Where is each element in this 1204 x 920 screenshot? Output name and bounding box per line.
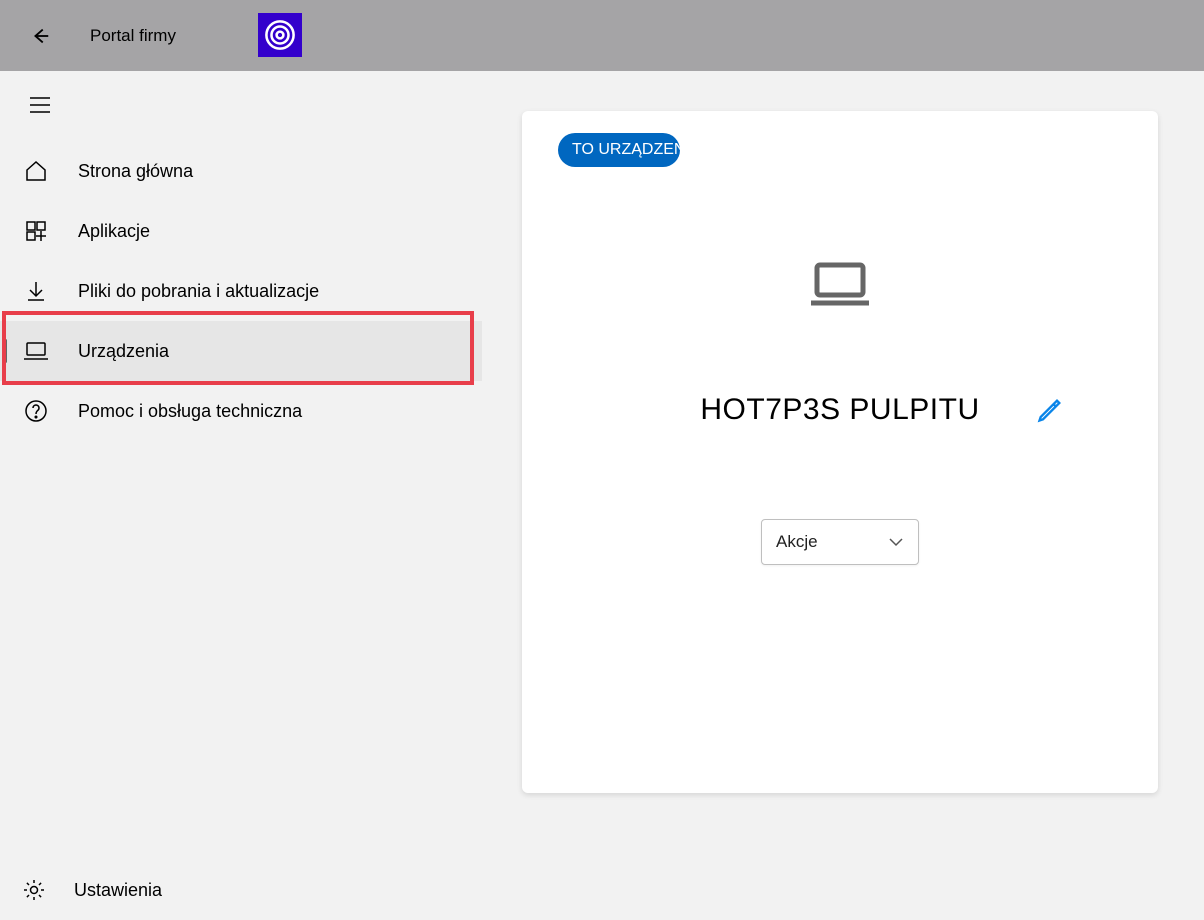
app-logo: [258, 13, 302, 57]
home-icon: [22, 157, 50, 185]
device-name-row: HOT7P3S PULPITU: [522, 393, 1158, 427]
sidebar-item-settings[interactable]: Ustawienia: [0, 860, 482, 920]
back-button[interactable]: [20, 16, 60, 56]
sidebar-item-label: Pomoc i obsługa techniczna: [78, 401, 302, 422]
chevron-down-icon: [888, 537, 904, 547]
help-icon: [22, 397, 50, 425]
gear-icon: [22, 878, 46, 902]
sidebar-item-help[interactable]: Pomoc i obsługa techniczna: [0, 381, 482, 441]
edit-name-button[interactable]: [1036, 396, 1064, 424]
this-device-badge: TO URZĄDZENI: [558, 133, 680, 167]
title-bar: Portal firmy: [0, 0, 1204, 71]
hamburger-icon: [30, 97, 50, 113]
laptop-icon: [22, 337, 50, 365]
actions-label: Akcje: [776, 532, 818, 552]
sidebar-item-label: Aplikacje: [78, 221, 150, 242]
sidebar-item-apps[interactable]: Aplikacje: [0, 201, 482, 261]
laptop-icon: [809, 261, 871, 307]
device-card: TO URZĄDZENI HOT7P3S PULPITU Akcje: [522, 111, 1158, 793]
arrow-left-icon: [29, 25, 51, 47]
actions-dropdown[interactable]: Akcje: [761, 519, 919, 565]
main-content: TO URZĄDZENI HOT7P3S PULPITU Akcje: [482, 71, 1204, 920]
sidebar-item-label: Ustawienia: [74, 880, 162, 901]
hamburger-button[interactable]: [16, 81, 64, 129]
apps-icon: [22, 217, 50, 245]
sidebar-item-home[interactable]: Strona główna: [0, 141, 482, 201]
spiral-icon: [263, 18, 297, 52]
device-large-icon: [809, 261, 871, 307]
device-name: HOT7P3S PULPITU: [700, 393, 979, 427]
sidebar-item-label: Urządzenia: [78, 341, 169, 362]
sidebar-item-devices[interactable]: Urządzenia: [0, 321, 482, 381]
sidebar-item-downloads[interactable]: Pliki do pobrania i aktualizacje: [0, 261, 482, 321]
pencil-icon: [1036, 396, 1064, 424]
sidebar: Strona główna Aplikacje P: [0, 71, 482, 920]
download-icon: [22, 277, 50, 305]
sidebar-item-label: Strona główna: [78, 161, 193, 182]
app-title: Portal firmy: [90, 26, 176, 46]
sidebar-item-label: Pliki do pobrania i aktualizacje: [78, 281, 319, 302]
